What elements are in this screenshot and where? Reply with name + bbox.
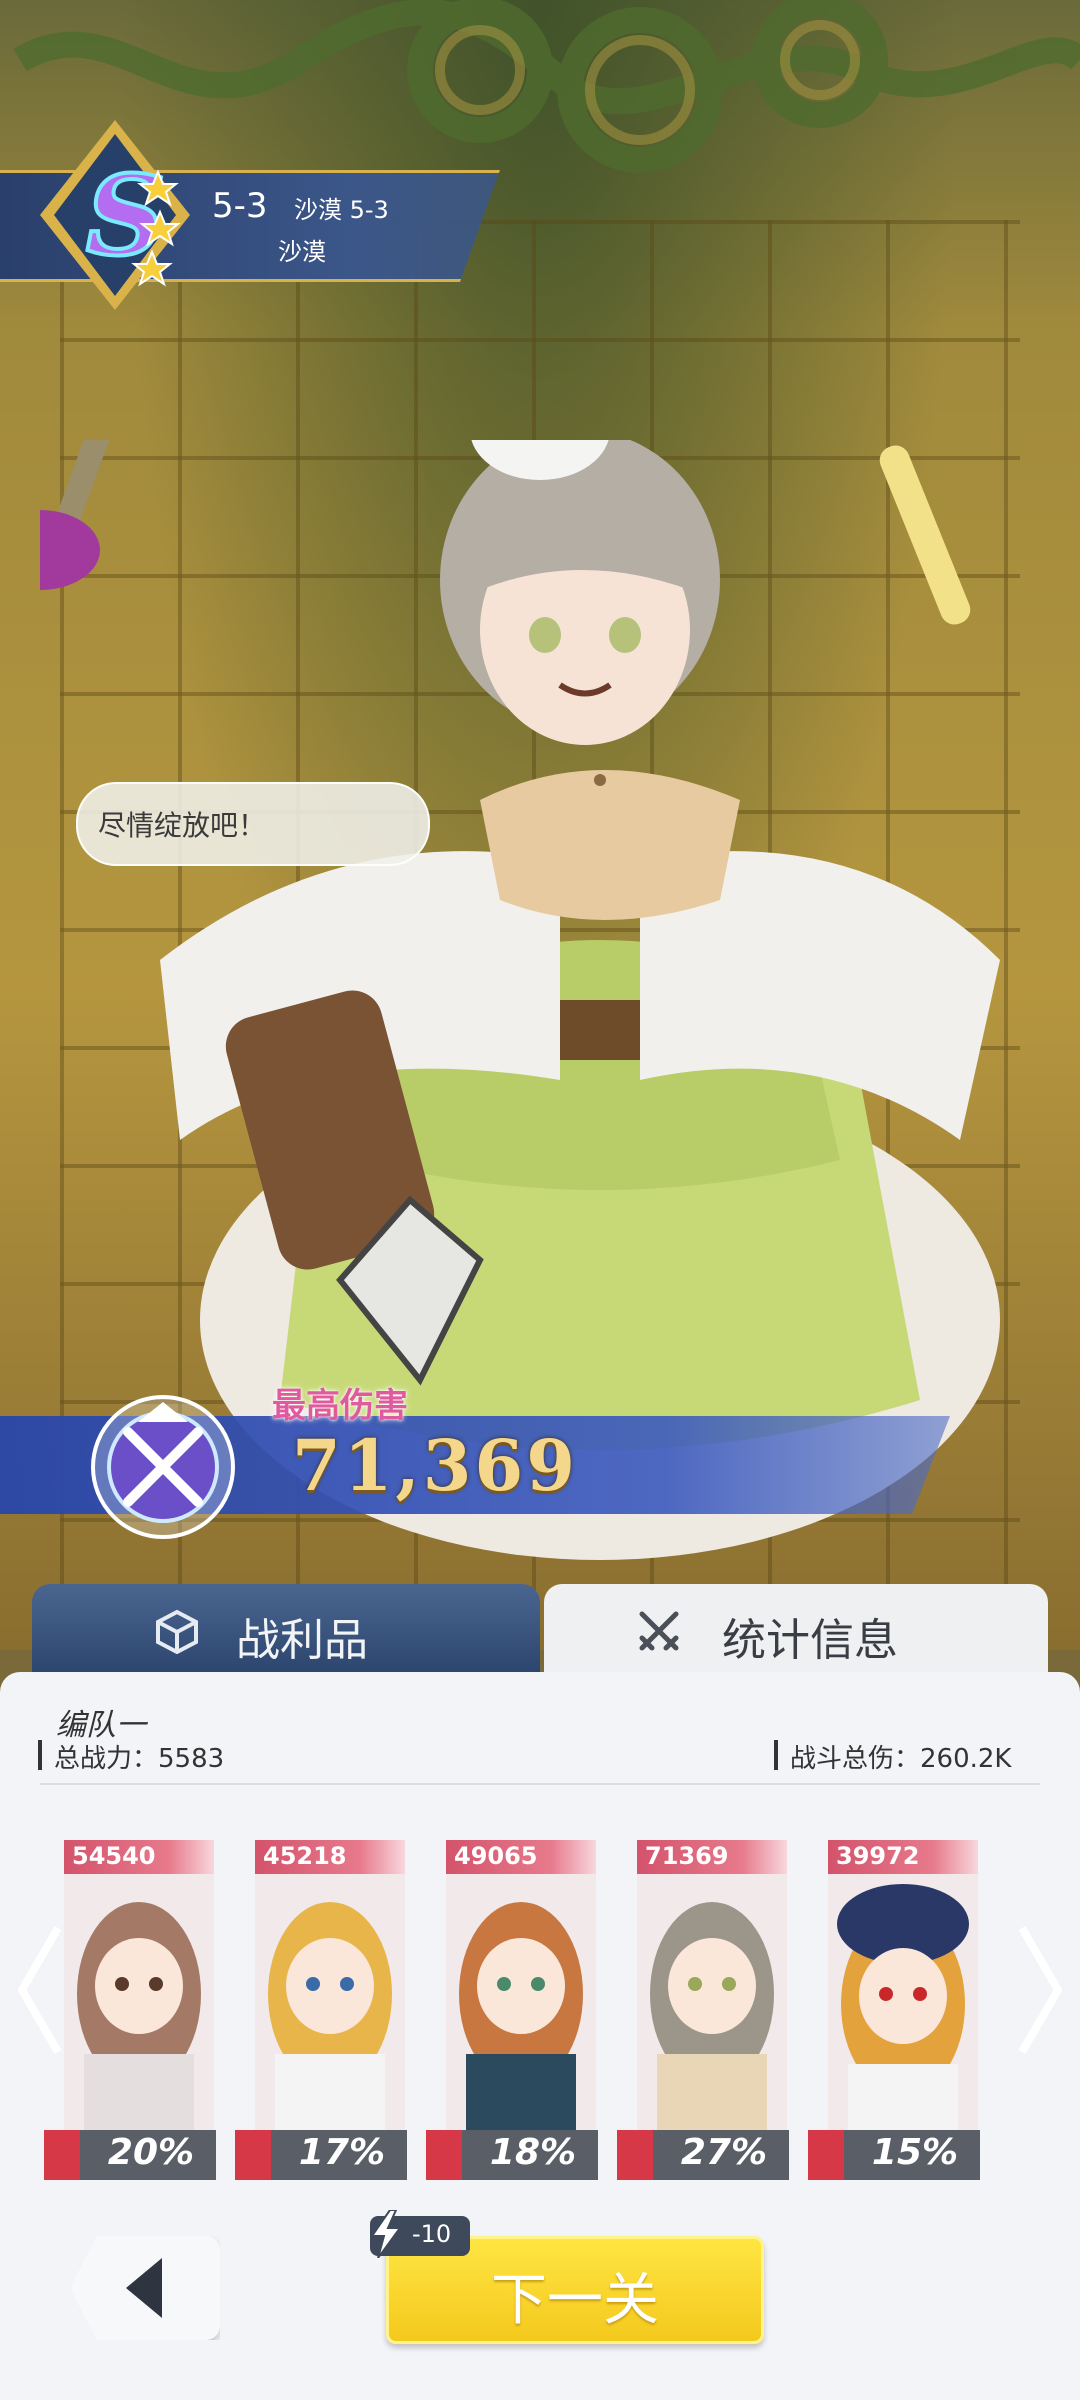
total-damage: 战斗总伤：260.2K <box>790 1744 1012 1774</box>
member-share: 20% <box>107 2132 195 2173</box>
member-card[interactable]: 39972 15% <box>808 1840 980 2180</box>
member-share: 18% <box>489 2132 577 2173</box>
member-share: 27% <box>680 2132 768 2173</box>
member-share: 15% <box>871 2132 959 2173</box>
next-stage-label: 下一关 <box>491 2268 659 2333</box>
battle-result-scene: 尽情绽放吧！ S 5-3 沙漠 5-3 沙漠 最高伤害 71,369 <box>0 0 1080 1650</box>
max-damage-label: 最高伤害 <box>272 1386 408 1426</box>
member-portrait <box>64 1874 214 2130</box>
member-portrait <box>255 1874 405 2130</box>
member-damage: 39972 <box>836 1842 920 1870</box>
damage-marker <box>774 1740 778 1770</box>
member-damage-badge: 71369 <box>637 1840 787 1874</box>
tab-statistics[interactable]: 统计信息 <box>544 1584 1048 1674</box>
stage-name: 沙漠 5-3 <box>294 196 389 224</box>
member-damage-badge: 39972 <box>828 1840 978 1874</box>
triangle-left-icon <box>126 2258 162 2318</box>
member-damage: 71369 <box>645 1842 729 1870</box>
member-card[interactable]: 71369 27% <box>617 1840 789 2180</box>
member-card[interactable]: 49065 18% <box>426 1840 598 2180</box>
crossed-swords-icon <box>639 1611 679 1651</box>
chevron-right-icon[interactable] <box>1016 1920 1066 2060</box>
crossed-swords-laurel-icon <box>91 1395 235 1539</box>
tab-loot-label: 战利品 <box>236 1615 368 1666</box>
member-share-marker <box>44 2130 80 2180</box>
member-card[interactable]: 54540 20% <box>44 1840 216 2180</box>
member-card[interactable]: 45218 17% <box>235 1840 407 2180</box>
member-damage: 54540 <box>72 1842 156 1870</box>
panel-divider <box>40 1783 1040 1785</box>
member-portrait <box>446 1874 596 2130</box>
tab-statistics-label: 统计信息 <box>722 1615 898 1666</box>
member-share-marker <box>235 2130 271 2180</box>
member-share-marker <box>617 2130 653 2180</box>
member-share-marker <box>808 2130 844 2180</box>
member-portrait <box>828 1874 978 2130</box>
member-portrait <box>637 1874 787 2130</box>
member-damage: 49065 <box>454 1842 538 1870</box>
speech-text: 尽情绽放吧！ <box>98 809 267 842</box>
stage-code: 5-3 <box>212 186 268 226</box>
total-power: 总战力：5583 <box>54 1744 225 1774</box>
s-rank-badge: S <box>40 120 190 310</box>
member-share-marker <box>426 2130 462 2180</box>
speech-bubble: 尽情绽放吧！ <box>76 782 430 866</box>
energy-cost: -10 <box>412 2220 452 2248</box>
member-damage-badge: 45218 <box>255 1840 405 1874</box>
stage-subtitle: 沙漠 <box>278 238 326 266</box>
power-marker <box>38 1740 42 1770</box>
member-share: 17% <box>298 2132 386 2173</box>
max-damage-value: 71,369 <box>292 1424 578 1507</box>
tab-loot[interactable]: 战利品 <box>32 1584 540 1674</box>
cube-icon <box>156 1609 198 1654</box>
member-damage: 45218 <box>263 1842 347 1870</box>
member-damage-badge: 49065 <box>446 1840 596 1874</box>
lightning-icon <box>370 2210 402 2258</box>
member-damage-badge: 54540 <box>64 1840 214 1874</box>
